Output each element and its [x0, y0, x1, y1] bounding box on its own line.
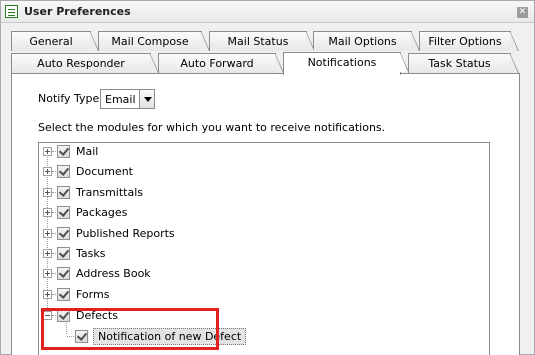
tab-auto-forward[interactable]: Auto Forward	[158, 53, 284, 73]
checkbox[interactable]	[57, 288, 70, 301]
tab-mail-compose[interactable]: Mail Compose	[98, 31, 210, 51]
tab-filter-options[interactable]: Filter Options	[419, 31, 519, 51]
expand-icon[interactable]	[43, 188, 52, 197]
checkbox[interactable]	[57, 227, 70, 240]
tree-item-address-book[interactable]: Address Book	[39, 265, 489, 283]
tree-item-label: Packages	[76, 206, 128, 219]
close-icon[interactable]: ✕	[517, 7, 528, 18]
tab-mail-options[interactable]: Mail Options	[313, 31, 420, 51]
expand-icon[interactable]	[43, 147, 52, 156]
tree-item-forms[interactable]: Forms	[39, 286, 489, 304]
tree-item-transmittals[interactable]: Transmittals	[39, 184, 489, 202]
checkbox[interactable]	[57, 165, 70, 178]
checkbox[interactable]	[57, 247, 70, 260]
tree-item-published-reports[interactable]: Published Reports	[39, 225, 489, 243]
checkbox[interactable]	[57, 186, 70, 199]
expand-icon[interactable]	[43, 208, 52, 217]
tab-auto-responder[interactable]: Auto Responder	[11, 53, 159, 73]
highlight-annotation	[41, 308, 219, 350]
checkbox[interactable]	[57, 206, 70, 219]
window-list-icon	[5, 5, 18, 18]
expand-icon[interactable]	[43, 167, 52, 176]
notify-type-select[interactable]: Email	[100, 89, 155, 109]
tree-item-packages[interactable]: Packages	[39, 204, 489, 222]
tree-item-label: Tasks	[76, 247, 106, 260]
notify-type-value: Email	[105, 93, 136, 106]
tree-item-label: Forms	[76, 288, 110, 301]
expand-icon[interactable]	[43, 249, 52, 258]
instructions-text: Select the modules for which you want to…	[38, 121, 386, 134]
tree-item-label: Mail	[76, 145, 99, 158]
window-title: User Preferences	[24, 5, 131, 18]
tab-general[interactable]: General	[11, 31, 99, 51]
tree-item-document[interactable]: Document	[39, 163, 489, 181]
expand-icon[interactable]	[43, 229, 52, 238]
tree-item-label: Transmittals	[76, 186, 143, 199]
checkbox[interactable]	[57, 145, 70, 158]
title-bar: User Preferences ✕	[1, 1, 534, 23]
tree-item-label: Document	[76, 165, 133, 178]
tree-item-tasks[interactable]: Tasks	[39, 245, 489, 263]
tree-item-mail[interactable]: Mail	[39, 143, 489, 161]
tree-item-label: Address Book	[76, 267, 151, 280]
tab-task-status[interactable]: Task Status	[408, 53, 519, 73]
tab-mail-status[interactable]: Mail Status	[209, 31, 315, 51]
user-preferences-window: User Preferences ✕ General Mail Compose …	[0, 0, 535, 355]
tree-item-label: Published Reports	[76, 227, 175, 240]
tab-notifications[interactable]: Notifications	[283, 52, 409, 75]
checkbox[interactable]	[57, 267, 70, 280]
expand-icon[interactable]	[43, 290, 52, 299]
expand-icon[interactable]	[43, 269, 52, 278]
notify-type-label: Notify Type:	[38, 92, 103, 105]
chevron-down-icon[interactable]	[139, 90, 154, 108]
